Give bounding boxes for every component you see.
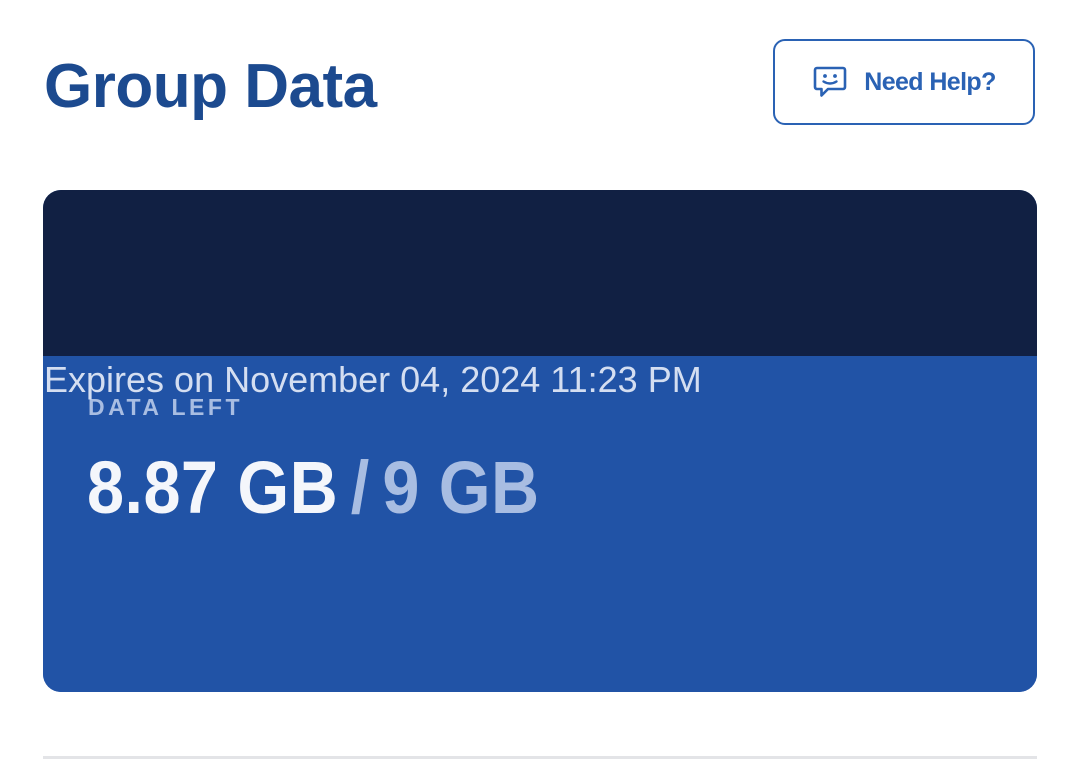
expiry-text: Expires on November 04, 2024 11:23 PM (44, 359, 702, 400)
card-body: DATA LEFT 8.87 GB/9 GB (43, 356, 1037, 692)
data-usage-amount: 8.87 GB/9 GB (87, 444, 540, 532)
chat-bubble-smile-icon (812, 64, 848, 100)
page-title: Group Data (44, 52, 377, 121)
section-divider (43, 756, 1037, 759)
card-header (43, 190, 1037, 356)
need-help-label: Need Help? (864, 67, 996, 96)
data-total-value: 9 GB (382, 446, 540, 529)
data-remaining-value: 8.87 GB (87, 446, 339, 529)
need-help-button[interactable]: Need Help? (773, 39, 1035, 125)
data-separator: / (350, 446, 370, 529)
data-usage-card: DATA LEFT 8.87 GB/9 GB (43, 190, 1037, 692)
